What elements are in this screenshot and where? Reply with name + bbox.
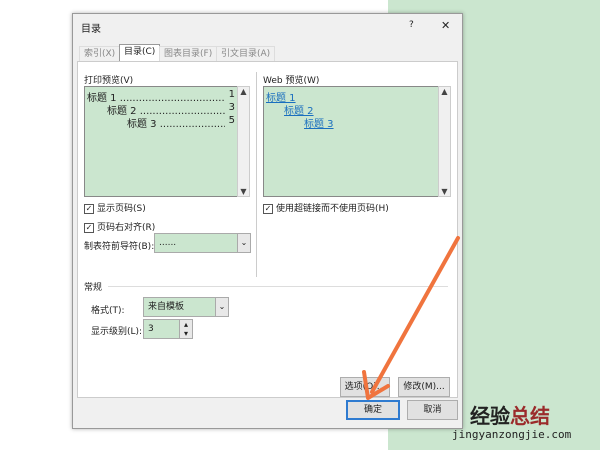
annotation-arrow (362, 236, 460, 400)
watermark-url: jingyanzongjie.com (452, 428, 572, 441)
watermark-logo: 经验总结 (470, 404, 550, 428)
